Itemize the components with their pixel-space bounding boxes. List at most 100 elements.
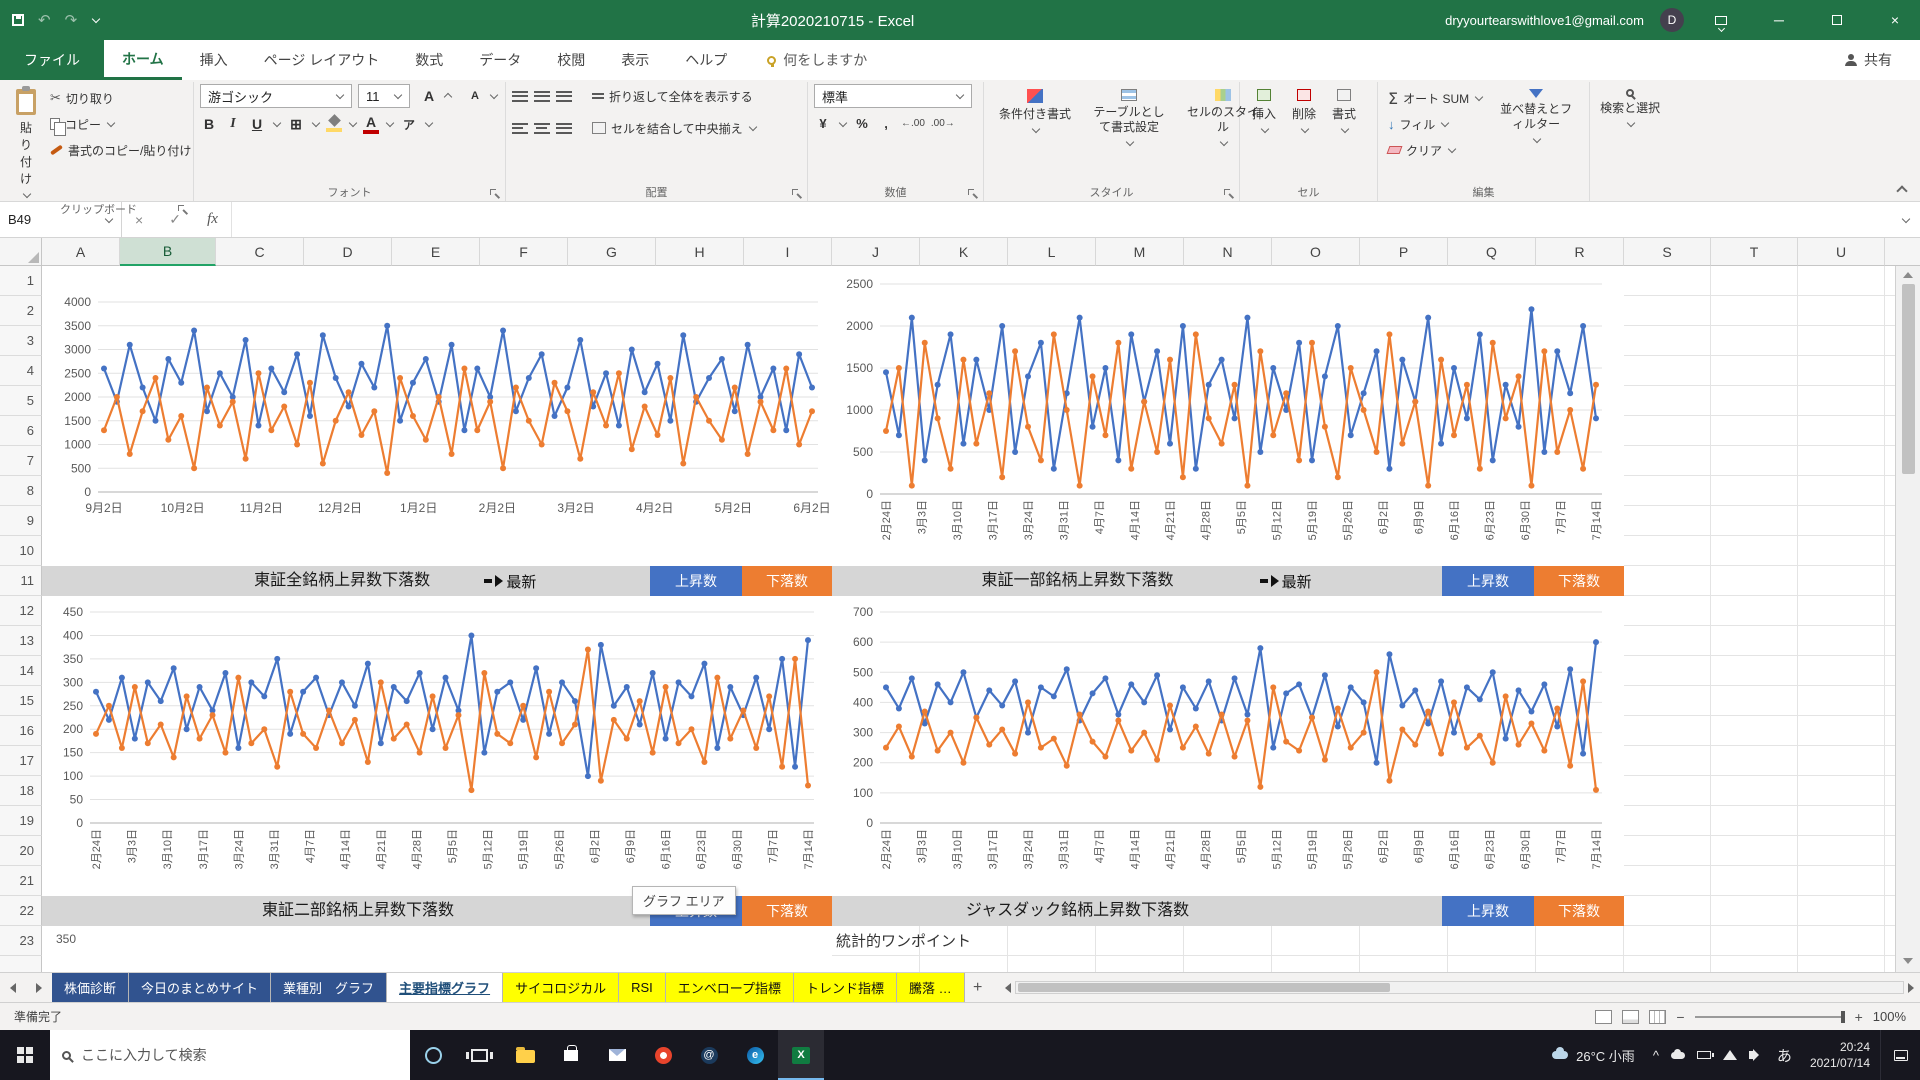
dialog-launcher-icon[interactable]: [792, 189, 801, 198]
sheet-tab-7[interactable]: トレンド指標: [794, 973, 897, 1002]
row-header-9[interactable]: 9: [0, 506, 42, 536]
down-count-badge[interactable]: 下落数: [1534, 896, 1624, 926]
insert-cells-button[interactable]: 挿入: [1246, 84, 1282, 136]
scroll-up-icon[interactable]: [1903, 272, 1913, 278]
scrollbar-thumb[interactable]: [1902, 284, 1915, 474]
dialog-launcher-icon[interactable]: [1224, 189, 1233, 198]
column-header-R[interactable]: R: [1536, 238, 1624, 266]
column-header-C[interactable]: C: [216, 238, 304, 266]
qat-customize-icon[interactable]: [91, 16, 100, 24]
chart-tse-first-advance-decline[interactable]: 050010001500200025002月24日3月3日3月10日3月17日3…: [832, 266, 1624, 566]
align-right-icon[interactable]: [556, 120, 572, 136]
column-header-A[interactable]: A: [42, 238, 120, 266]
sheet-tab-8[interactable]: 騰落 …: [897, 973, 965, 1002]
row-header-1[interactable]: 1: [0, 266, 42, 296]
account-email[interactable]: dryyourtearswithlove1@gmail.com: [1445, 13, 1644, 28]
font-name-select[interactable]: 游ゴシック: [200, 84, 352, 108]
up-count-badge[interactable]: 上昇数: [650, 566, 742, 596]
row-header-19[interactable]: 19: [0, 806, 42, 836]
currency-button[interactable]: ¥: [814, 116, 832, 131]
format-painter-button[interactable]: 書式のコピー/貼り付け: [46, 138, 195, 162]
underline-button[interactable]: U: [248, 116, 266, 132]
number-format-select[interactable]: 標準: [814, 84, 972, 108]
fill-button[interactable]: ↓フィル: [1384, 112, 1487, 136]
ribbon-tab-2[interactable]: ページ レイアウト: [246, 40, 398, 80]
row-header-20[interactable]: 20: [0, 836, 42, 866]
close-button[interactable]: ×: [1874, 0, 1916, 40]
ribbon-tab-7[interactable]: ヘルプ: [667, 40, 745, 80]
column-header-B[interactable]: B: [120, 238, 216, 266]
column-header-P[interactable]: P: [1360, 238, 1448, 266]
row-header-14[interactable]: 14: [0, 656, 42, 686]
comma-style-button[interactable]: ,: [877, 116, 895, 131]
page-layout-view-icon[interactable]: [1622, 1010, 1639, 1024]
start-button[interactable]: [0, 1030, 50, 1080]
row-header-22[interactable]: 22: [0, 896, 42, 926]
insert-function-icon[interactable]: fx: [207, 211, 218, 228]
sheet-tab-3[interactable]: 主要指標グラフ: [387, 973, 503, 1002]
percent-button[interactable]: %: [853, 116, 871, 131]
align-middle-icon[interactable]: [534, 88, 550, 104]
maximize-button[interactable]: [1816, 0, 1858, 40]
zoom-slider-thumb[interactable]: [1841, 1011, 1845, 1023]
chart-jasdaq-advance-decline[interactable]: 01002003004005006007002月24日3月3日3月10日3月17…: [832, 596, 1624, 896]
find-select-button[interactable]: 検索と選択: [1585, 84, 1675, 130]
chart-tse-second-advance-decline[interactable]: 0501001502002503003504004502月24日3月3日3月10…: [42, 596, 832, 896]
scroll-left-icon[interactable]: [1005, 983, 1011, 993]
align-left-icon[interactable]: [512, 120, 528, 136]
ribbon-tab-3[interactable]: 数式: [397, 40, 461, 80]
ribbon-tab-6[interactable]: 表示: [603, 40, 667, 80]
dialog-launcher-icon[interactable]: [490, 189, 499, 198]
network-icon[interactable]: [1723, 1050, 1737, 1060]
wrap-text-button[interactable]: 折り返して全体を表示する: [588, 84, 757, 108]
ribbon-tab-4[interactable]: データ: [461, 40, 539, 80]
row-header-3[interactable]: 3: [0, 326, 42, 356]
column-header-F[interactable]: F: [480, 238, 568, 266]
down-count-badge[interactable]: 下落数: [742, 896, 832, 926]
volume-icon[interactable]: [1749, 1051, 1755, 1059]
conditional-formatting-button[interactable]: 条件付き書式: [990, 84, 1080, 136]
row-header-13[interactable]: 13: [0, 626, 42, 656]
column-header-H[interactable]: H: [656, 238, 744, 266]
row-header-5[interactable]: 5: [0, 386, 42, 416]
column-header-U[interactable]: U: [1798, 238, 1885, 266]
bold-button[interactable]: B: [200, 116, 218, 132]
column-header-T[interactable]: T: [1711, 238, 1798, 266]
paste-button[interactable]: 貼り付け: [10, 84, 42, 201]
column-header-Q[interactable]: Q: [1448, 238, 1536, 266]
tell-me-box[interactable]: 何をしますか: [767, 40, 867, 80]
sort-filter-button[interactable]: 並べ替えとフィルター: [1491, 84, 1581, 146]
cells-area[interactable]: 050010001500200025003000350040009月2日10月2…: [42, 266, 1895, 972]
row-header-7[interactable]: 7: [0, 446, 42, 476]
row-header-8[interactable]: 8: [0, 476, 42, 506]
format-as-table-button[interactable]: テーブルとして書式設定: [1084, 84, 1174, 149]
ribbon-tab-0[interactable]: ホーム: [104, 40, 182, 80]
file-explorer-icon[interactable]: [502, 1030, 548, 1080]
column-header-N[interactable]: N: [1184, 238, 1272, 266]
row-header-21[interactable]: 21: [0, 866, 42, 896]
minimize-button[interactable]: ─: [1758, 0, 1800, 40]
column-header-G[interactable]: G: [568, 238, 656, 266]
weather-widget[interactable]: 26°C 小雨: [1542, 1046, 1645, 1065]
tab-file[interactable]: ファイル: [0, 40, 104, 80]
column-header-D[interactable]: D: [304, 238, 392, 266]
dialog-launcher-icon[interactable]: [178, 205, 187, 214]
font-color-button[interactable]: A: [363, 114, 379, 134]
undo-icon[interactable]: ↶: [38, 11, 51, 29]
column-header-L[interactable]: L: [1008, 238, 1096, 266]
edge-icon[interactable]: e: [732, 1030, 778, 1080]
dialog-launcher-icon[interactable]: [968, 189, 977, 198]
row-header-4[interactable]: 4: [0, 356, 42, 386]
column-header-K[interactable]: K: [920, 238, 1008, 266]
notification-icon[interactable]: [1880, 1030, 1920, 1080]
increase-font-button[interactable]: A: [416, 84, 456, 108]
formula-input[interactable]: [232, 202, 1890, 237]
row-header-12[interactable]: 12: [0, 596, 42, 626]
at-app-icon[interactable]: @: [686, 1030, 732, 1080]
column-header-S[interactable]: S: [1624, 238, 1711, 266]
account-avatar[interactable]: D: [1660, 8, 1684, 32]
zoom-out-button[interactable]: −: [1676, 1009, 1684, 1025]
horizontal-scrollbar[interactable]: [991, 973, 1920, 1002]
new-sheet-button[interactable]: +: [965, 973, 991, 1002]
onedrive-icon[interactable]: [1671, 1052, 1685, 1059]
